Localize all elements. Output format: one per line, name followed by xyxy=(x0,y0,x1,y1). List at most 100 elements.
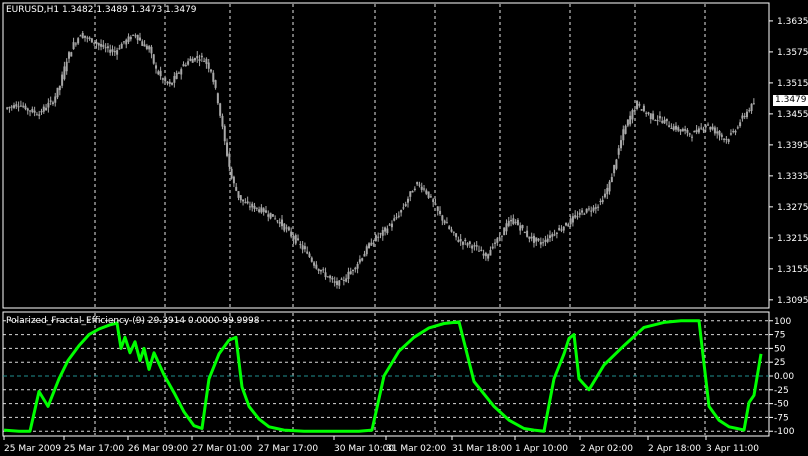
candle-body xyxy=(617,148,620,155)
candle-body xyxy=(729,133,732,135)
candle-body xyxy=(368,243,371,249)
candle-body xyxy=(122,41,125,43)
candle-body xyxy=(326,276,329,278)
candle-body xyxy=(384,227,387,232)
candle-body xyxy=(681,128,684,132)
candle-body xyxy=(49,100,52,102)
candle-body xyxy=(177,72,180,74)
candle-body xyxy=(361,258,364,261)
candle-body xyxy=(477,250,480,252)
candle-body xyxy=(736,127,739,129)
time-axis-label: 27 Mar 17:00 xyxy=(258,444,318,454)
candle-body xyxy=(697,128,700,133)
candle-body xyxy=(633,110,636,112)
candle-body xyxy=(13,105,16,108)
candle-body xyxy=(56,87,59,98)
candle-body xyxy=(500,235,503,237)
candle-body xyxy=(203,60,206,62)
candle-body xyxy=(324,272,327,278)
candle-body xyxy=(562,226,565,231)
candle-body xyxy=(113,51,116,53)
candle-body xyxy=(583,213,586,215)
candle-body xyxy=(193,58,196,61)
candle-body xyxy=(306,251,309,254)
candle-body xyxy=(141,41,144,46)
candle-body xyxy=(700,127,703,129)
candle-body xyxy=(672,126,675,130)
candle-body xyxy=(109,49,112,53)
candle-body xyxy=(212,72,215,82)
candle-body xyxy=(686,129,689,133)
indicator-pane-title: Polarized_Fractal_Efficiency (9) 29.3914… xyxy=(6,316,260,326)
trading-chart[interactable]: 1.3635 1.3575 1.3515 1.3455 1.3395 1.3335 1.32… xyxy=(0,0,808,456)
candle-body xyxy=(246,201,249,204)
candle-body xyxy=(629,115,632,125)
price-axis-label: 1.3215 xyxy=(777,234,808,244)
candle-body xyxy=(77,38,80,44)
candle-body xyxy=(684,129,687,131)
candle-body xyxy=(402,207,405,209)
price-axis-label: 1.3155 xyxy=(777,265,808,275)
candle-body xyxy=(232,176,235,184)
candle-body xyxy=(565,222,568,226)
candle-body xyxy=(496,238,499,243)
candle-body xyxy=(264,210,267,213)
candle-body xyxy=(26,108,29,111)
price-pane-title: EURUSD,H1 1.3482 1.3489 1.3473 1.3479 xyxy=(6,5,197,15)
candle-body xyxy=(597,206,600,208)
candle-body xyxy=(510,220,513,222)
candle-body xyxy=(132,34,135,36)
candle-body xyxy=(725,138,728,140)
candle-body xyxy=(164,77,167,82)
candle-body xyxy=(489,250,492,256)
candle-body xyxy=(574,215,577,218)
candle-body xyxy=(67,52,70,59)
candle-body xyxy=(338,280,341,286)
candle-body xyxy=(45,107,48,111)
candle-body xyxy=(365,246,368,255)
candle-body xyxy=(168,81,171,84)
candle-body xyxy=(576,216,579,218)
candle-body xyxy=(352,269,355,271)
candle-body xyxy=(74,43,77,45)
candle-body xyxy=(251,203,254,208)
candle-body xyxy=(505,223,508,232)
candle-body xyxy=(155,65,158,69)
candle-body xyxy=(514,221,517,223)
candle-body xyxy=(567,224,570,227)
candle-body xyxy=(720,134,723,137)
candle-body xyxy=(145,45,148,49)
candle-body xyxy=(150,46,153,54)
candle-body xyxy=(200,55,203,58)
candle-body xyxy=(255,207,258,209)
candle-body xyxy=(363,253,366,257)
candle-body xyxy=(638,103,641,106)
candle-body xyxy=(553,234,556,236)
candle-body xyxy=(58,85,61,91)
candle-body xyxy=(734,130,737,133)
candle-body xyxy=(8,106,11,109)
candle-body xyxy=(171,82,174,85)
candle-body xyxy=(484,253,487,257)
candle-body xyxy=(592,207,595,211)
candle-body xyxy=(404,204,407,207)
candle-body xyxy=(647,112,650,114)
candle-body xyxy=(347,271,350,279)
candle-body xyxy=(129,36,132,40)
candle-body xyxy=(226,142,229,156)
candle-body xyxy=(503,227,506,236)
candle-body xyxy=(491,246,494,249)
candle-body xyxy=(187,61,190,65)
candle-body xyxy=(590,210,593,212)
candle-body xyxy=(40,111,43,113)
candle-body xyxy=(274,218,277,220)
candle-body xyxy=(420,186,423,190)
candle-body xyxy=(723,138,726,140)
candle-body xyxy=(620,140,623,149)
candle-body xyxy=(86,37,89,39)
candle-body xyxy=(707,124,710,126)
candle-body xyxy=(42,106,45,112)
candle-body xyxy=(670,127,673,129)
candle-body xyxy=(244,202,247,204)
price-axis-label: 1.3095 xyxy=(777,296,808,306)
